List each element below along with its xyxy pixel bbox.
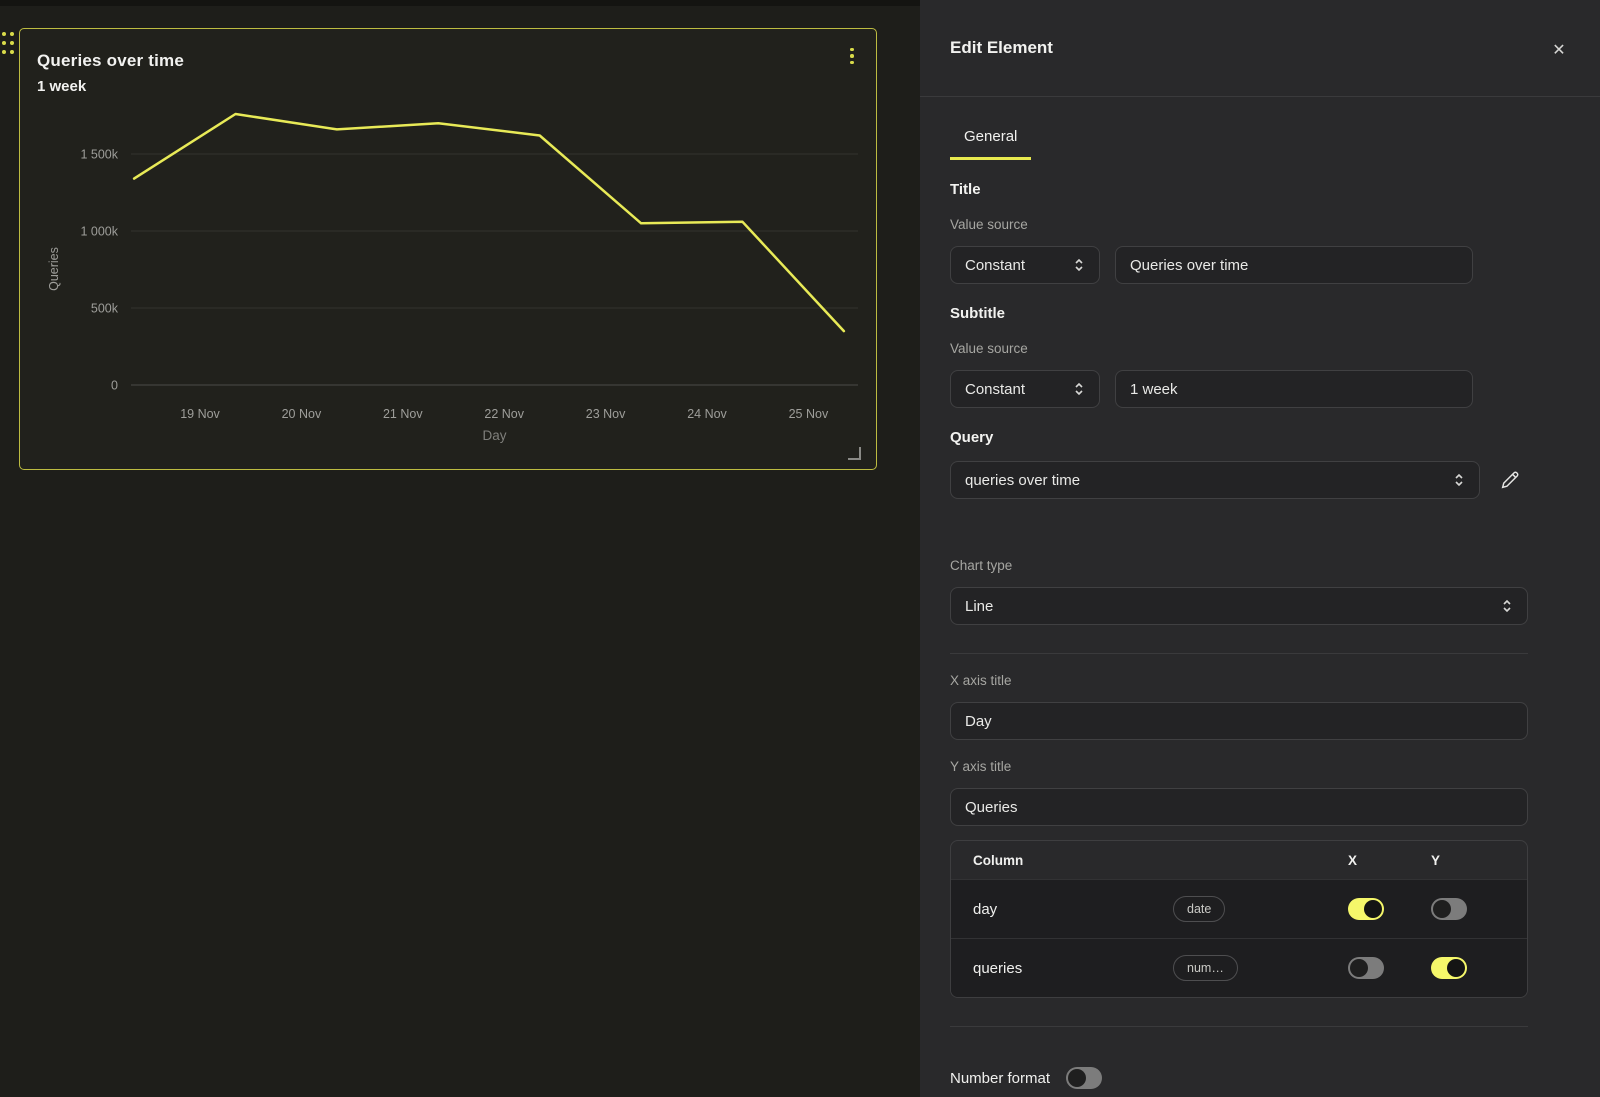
- svg-text:25 Nov: 25 Nov: [789, 407, 829, 421]
- section-divider: [950, 1026, 1528, 1027]
- y-axis-title-label: Y axis title: [950, 759, 1528, 774]
- panel-body: Title Value source Constant Subtitle Val…: [920, 181, 1600, 1089]
- table-row-queries: queries num…: [951, 938, 1527, 997]
- chevron-updown-icon: [1453, 472, 1465, 488]
- title-source-select[interactable]: Constant: [950, 246, 1100, 284]
- svg-text:500k: 500k: [91, 302, 119, 316]
- svg-text:22 Nov: 22 Nov: [484, 407, 524, 421]
- column-header: Column: [973, 853, 1173, 868]
- title-section-heading: Title: [950, 181, 1528, 198]
- query-section-heading: Query: [950, 429, 1528, 446]
- number-format-row: Number format: [950, 1067, 1528, 1089]
- svg-text:Queries: Queries: [47, 247, 61, 291]
- columns-table-header: Column X Y: [951, 841, 1527, 879]
- chart-panel[interactable]: Queries over time 1 week 0500k1 000k1 50…: [19, 28, 877, 470]
- chart-type-select[interactable]: Line: [950, 587, 1528, 625]
- column-name: day: [973, 901, 1173, 918]
- app-window: Queries over time 1 week 0500k1 000k1 50…: [0, 0, 1600, 1097]
- svg-text:Day: Day: [482, 428, 506, 443]
- chevron-updown-icon: [1073, 257, 1085, 273]
- type-badge: num…: [1173, 955, 1238, 981]
- chevron-updown-icon: [1073, 381, 1085, 397]
- close-icon[interactable]: ✕: [1548, 40, 1570, 62]
- x-header: X: [1348, 853, 1431, 868]
- edit-query-pencil-icon[interactable]: [1498, 468, 1522, 492]
- svg-text:1 000k: 1 000k: [80, 225, 118, 239]
- number-format-label: Number format: [950, 1070, 1050, 1087]
- tab-bar: General: [950, 119, 1600, 160]
- panel-header: Edit Element ✕: [920, 0, 1600, 97]
- table-row-day: day date: [951, 879, 1527, 938]
- svg-text:23 Nov: 23 Nov: [586, 407, 626, 421]
- svg-text:21 Nov: 21 Nov: [383, 407, 423, 421]
- edit-element-panel: Edit Element ✕ General Title Value sourc…: [920, 0, 1600, 1097]
- section-divider: [950, 653, 1528, 654]
- svg-text:19 Nov: 19 Nov: [180, 407, 220, 421]
- x-axis-title-input[interactable]: [950, 702, 1528, 740]
- day-x-toggle[interactable]: [1348, 898, 1384, 920]
- subtitle-section-heading: Subtitle: [950, 305, 1528, 322]
- tab-general[interactable]: General: [950, 119, 1031, 160]
- svg-text:24 Nov: 24 Nov: [687, 407, 727, 421]
- chart-type-label: Chart type: [950, 558, 1528, 573]
- columns-table: Column X Y day date queries num…: [950, 840, 1528, 998]
- svg-text:20 Nov: 20 Nov: [282, 407, 322, 421]
- subtitle-source-select[interactable]: Constant: [950, 370, 1100, 408]
- query-select[interactable]: queries over time: [950, 461, 1480, 499]
- y-axis-title-input[interactable]: [950, 788, 1528, 826]
- panel-title: Edit Element: [950, 38, 1053, 58]
- type-badge: date: [1173, 896, 1225, 922]
- subtitle-value-input[interactable]: [1115, 370, 1473, 408]
- column-name: queries: [973, 960, 1173, 977]
- chevron-updown-icon: [1501, 598, 1513, 614]
- day-y-toggle[interactable]: [1431, 898, 1467, 920]
- queries-x-toggle[interactable]: [1348, 957, 1384, 979]
- number-format-toggle[interactable]: [1066, 1067, 1102, 1089]
- canvas-top-edge: [0, 0, 920, 6]
- dashboard-canvas[interactable]: Queries over time 1 week 0500k1 000k1 50…: [0, 0, 920, 1097]
- title-value-source-label: Value source: [950, 217, 1528, 232]
- title-value-input[interactable]: [1115, 246, 1473, 284]
- subtitle-value-source-label: Value source: [950, 341, 1528, 356]
- svg-text:0: 0: [111, 379, 118, 393]
- queries-y-toggle[interactable]: [1431, 957, 1467, 979]
- x-axis-title-label: X axis title: [950, 673, 1528, 688]
- panel-drag-handle-icon[interactable]: [2, 32, 15, 56]
- line-chart: 0 500k 1 000k 1 500k 19 Nov 20 Nov 21 Nov 22 No…: [20, 29, 878, 471]
- resize-handle-icon[interactable]: [844, 445, 863, 462]
- svg-text:1 500k: 1 500k: [80, 148, 118, 162]
- y-header: Y: [1431, 853, 1527, 868]
